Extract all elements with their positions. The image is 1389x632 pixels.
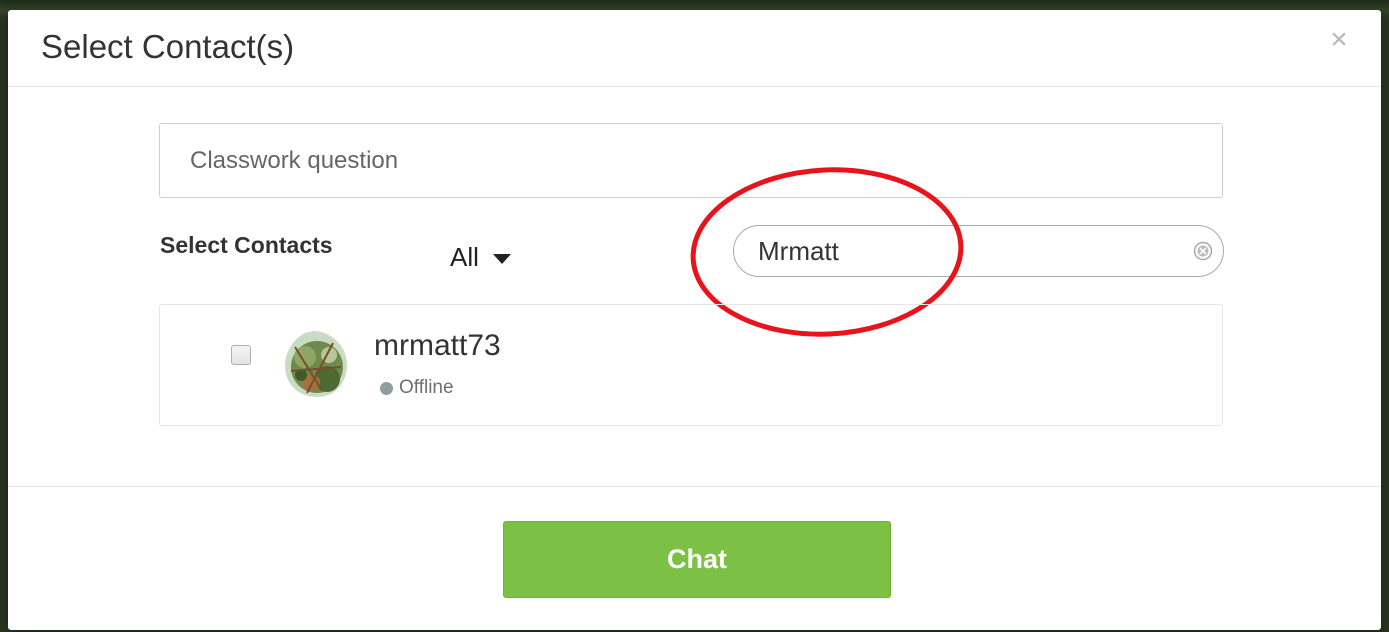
modal-title: Select Contact(s) xyxy=(41,28,295,65)
contact-checkbox[interactable] xyxy=(231,345,251,365)
contact-search-box xyxy=(733,225,1224,277)
contact-list: mrmatt73 Offline xyxy=(159,304,1223,426)
contact-status: Offline xyxy=(380,377,454,399)
contact-name: mrmatt73 xyxy=(374,329,501,362)
select-contacts-label: Select Contacts xyxy=(160,232,333,258)
clear-circle-icon[interactable] xyxy=(1193,241,1213,261)
select-contacts-modal: Select Contact(s) × Select Contacts All xyxy=(8,10,1381,630)
footer-divider xyxy=(8,486,1381,487)
chat-subject-input[interactable] xyxy=(159,123,1223,198)
close-icon[interactable]: × xyxy=(1325,25,1353,55)
contacts-filter-value: All xyxy=(450,241,479,272)
caret-down-icon xyxy=(492,254,511,264)
contact-status-text: Offline xyxy=(399,377,454,398)
contact-search-input[interactable] xyxy=(758,226,1158,276)
status-dot-icon xyxy=(380,381,393,395)
contacts-filter-dropdown[interactable]: All xyxy=(450,240,511,274)
chat-button[interactable]: Chat xyxy=(503,521,891,598)
contact-list-item[interactable]: mrmatt73 Offline xyxy=(160,305,1222,425)
modal-header: Select Contact(s) × xyxy=(8,10,1381,87)
avatar xyxy=(285,330,347,398)
